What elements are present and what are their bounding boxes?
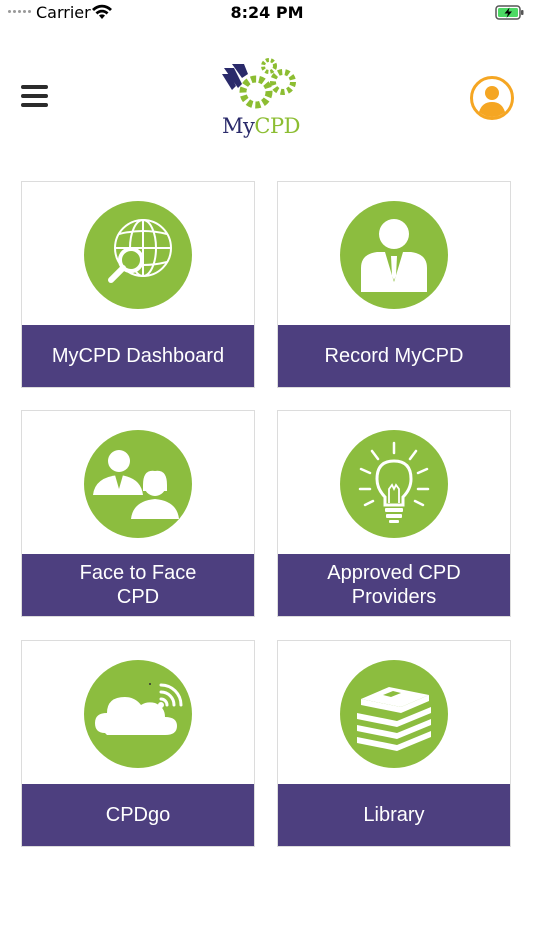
tile-icon-area	[22, 182, 254, 327]
tile-label: Face to Face CPD	[22, 554, 254, 616]
people-icon	[84, 429, 192, 538]
tile-mycpd-dashboard[interactable]: MyCPD Dashboard	[21, 181, 255, 388]
tile-face-to-face-cpd[interactable]: Face to Face CPD	[21, 410, 255, 617]
tile-icon-area	[278, 411, 510, 556]
hamburger-menu-icon[interactable]	[21, 85, 48, 109]
books-icon	[340, 659, 448, 768]
clock: 8:24 PM	[230, 3, 304, 22]
tile-label: CPDgo	[22, 784, 254, 846]
tile-label: MyCPD Dashboard	[22, 325, 254, 387]
tile-library[interactable]: Library	[277, 640, 511, 847]
tile-icon-area	[22, 411, 254, 556]
profile-icon[interactable]	[470, 76, 514, 120]
tile-approved-cpd-providers[interactable]: Approved CPD Providers	[277, 410, 511, 617]
status-bar: Carrier 8:24 PM	[0, 0, 534, 28]
tile-label: Record MyCPD	[278, 325, 510, 387]
lightbulb-icon	[340, 429, 448, 538]
globe-search-icon	[84, 200, 192, 309]
tile-label: Approved CPD Providers	[278, 554, 510, 616]
tile-icon-area	[22, 641, 254, 786]
tile-icon-area	[278, 641, 510, 786]
tile-label: Library	[278, 784, 510, 846]
tile-icon-area	[278, 182, 510, 327]
logo-text: MyCPD	[222, 114, 300, 138]
person-suit-icon	[340, 200, 448, 309]
tile-cpdgo[interactable]: CPDgo	[21, 640, 255, 847]
battery-charging-icon	[495, 5, 524, 20]
cloud-icon	[84, 659, 192, 768]
mycpd-logo: MyCPD	[208, 50, 312, 146]
tile-record-mycpd[interactable]: Record MyCPD	[277, 181, 511, 388]
gears-logo-icon	[222, 58, 296, 109]
